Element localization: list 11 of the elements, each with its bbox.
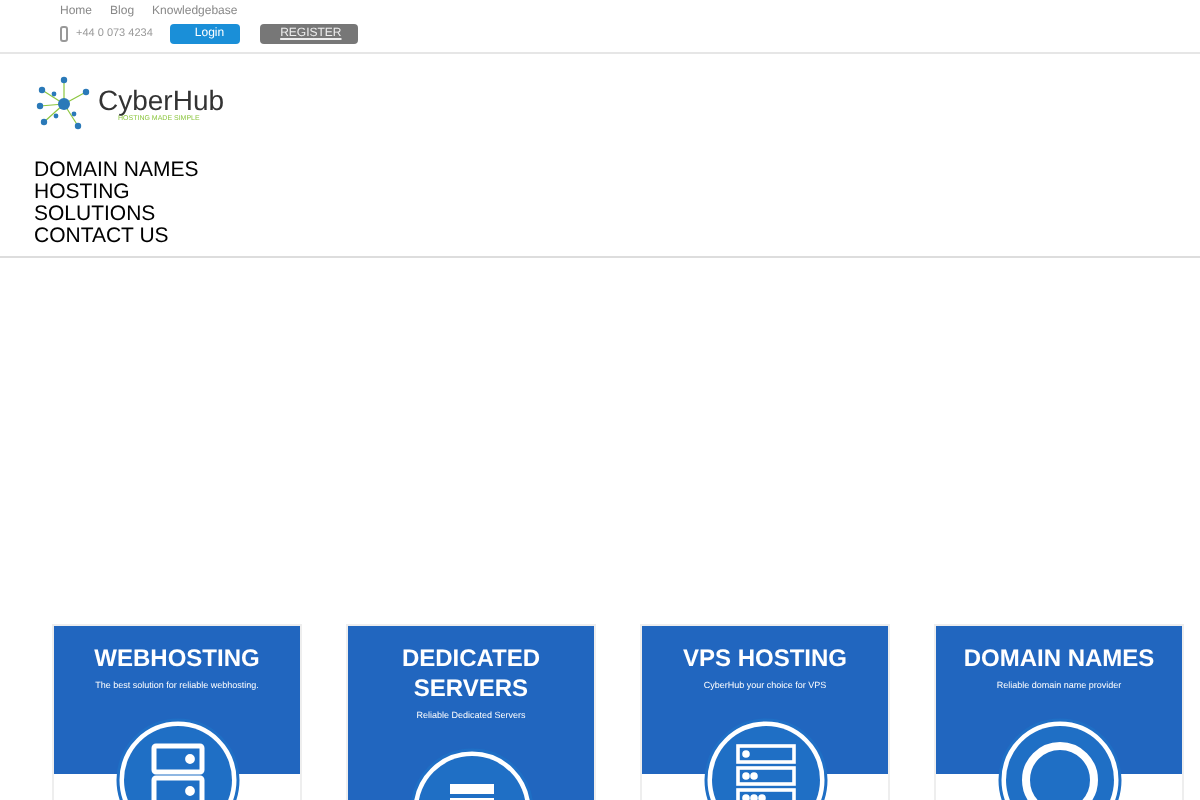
logo-name: CyberHub	[98, 86, 225, 114]
phone-icon	[60, 26, 68, 42]
card-title: DEDICATED SERVERS	[399, 644, 543, 704]
card-title: WEBHOSTING	[92, 644, 262, 674]
nav-link[interactable]: DOMAIN NAMES	[34, 160, 1166, 182]
network-logo-icon	[34, 74, 94, 134]
nav-link[interactable]: HOSTING	[34, 182, 1166, 204]
card-title: VPS HOSTING	[680, 644, 849, 674]
nav-link[interactable]: SOLUTIONS	[34, 204, 1166, 226]
nav-link[interactable]: CONTACT US	[34, 226, 1166, 248]
card-title: DOMAIN NAMES	[961, 644, 1157, 674]
